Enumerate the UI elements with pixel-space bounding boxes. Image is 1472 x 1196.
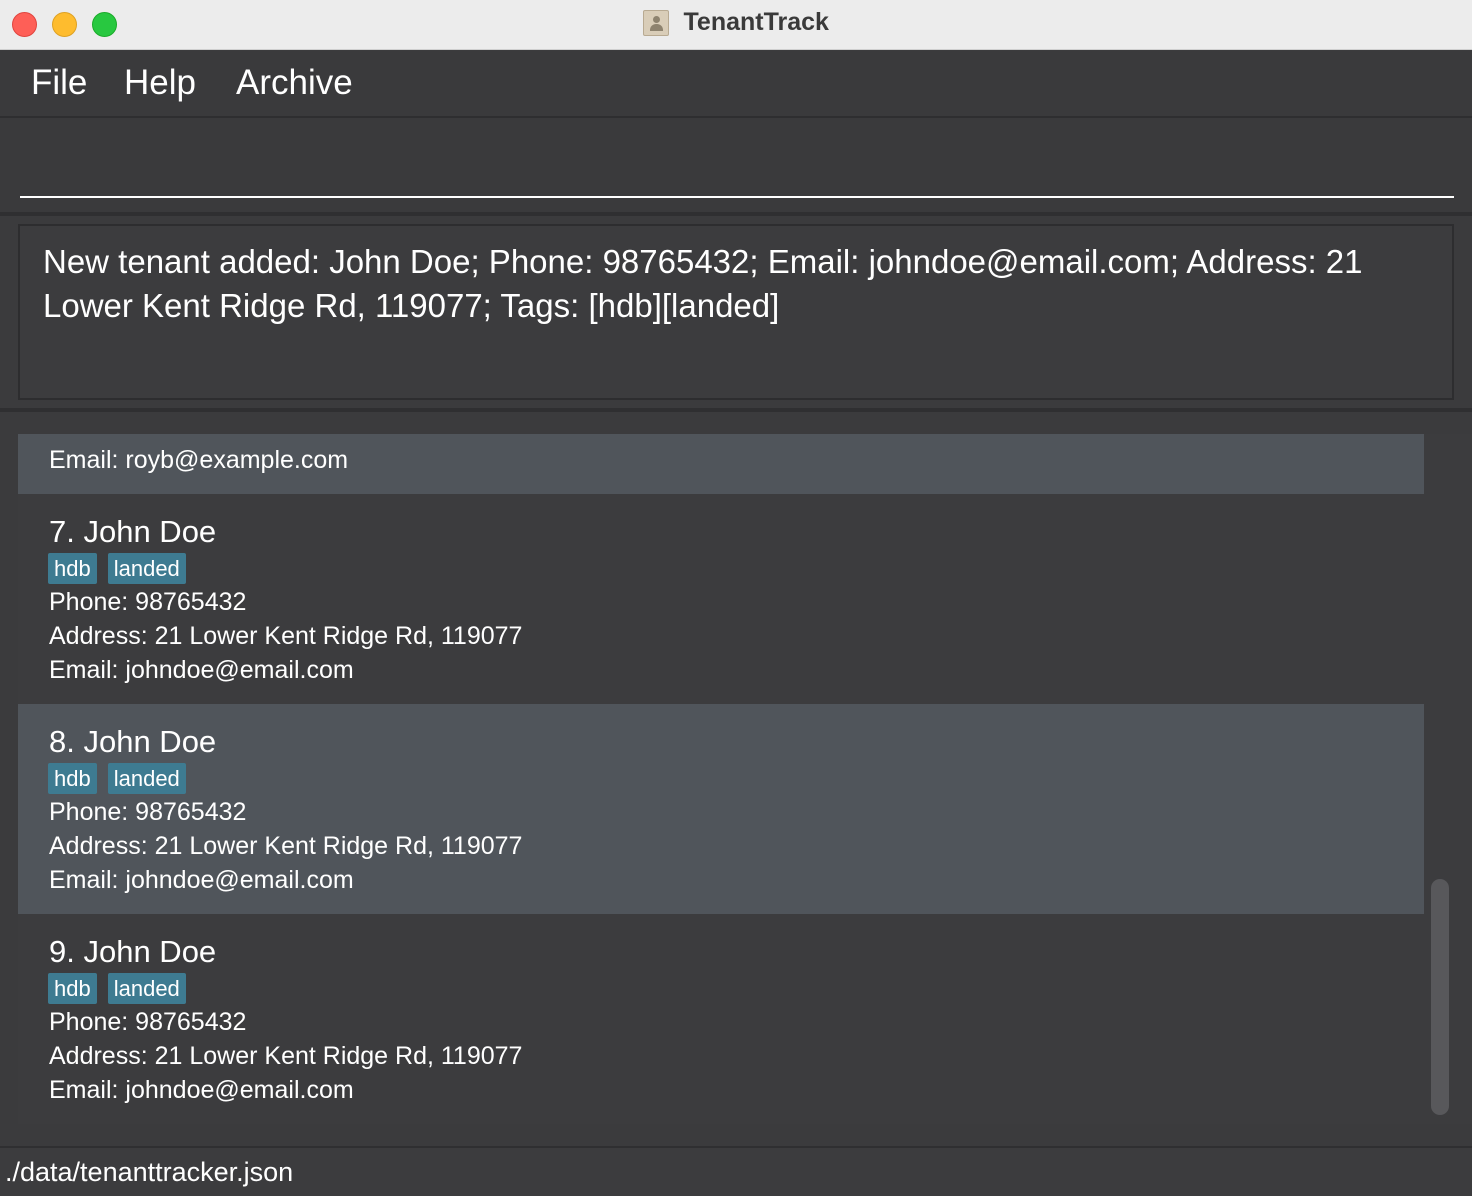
- tenant-card[interactable]: 7. John Doe hdb landed Phone: 98765432 Ad…: [18, 494, 1424, 704]
- tenant-phone: Phone: 98765432: [49, 588, 247, 616]
- tag-list: hdb landed: [48, 553, 197, 585]
- tag-badge: hdb: [48, 763, 97, 794]
- command-box: [0, 118, 1472, 216]
- result-display: New tenant added: John Doe; Phone: 98765…: [18, 224, 1454, 400]
- tag-badge: landed: [107, 763, 186, 794]
- tenant-email: Email: royb@example.com: [49, 446, 349, 474]
- tag-badge: landed: [107, 973, 186, 1004]
- menu-file[interactable]: File: [31, 63, 87, 103]
- tenant-phone: Phone: 98765432: [49, 798, 247, 826]
- tag-badge: hdb: [48, 973, 97, 1004]
- result-message: New tenant added: John Doe; Phone: 98765…: [43, 243, 1363, 324]
- scrollbar-thumb[interactable]: [1431, 879, 1449, 1115]
- tenant-address: Address: 21 Lower Kent Ridge Rd, 119077: [49, 832, 523, 860]
- tenant-phone: Phone: 98765432: [49, 1008, 247, 1036]
- tenant-email: Email: johndoe@email.com: [49, 1076, 354, 1104]
- tenant-address: Address: 21 Lower Kent Ridge Rd, 119077: [49, 622, 523, 650]
- tenant-name: 8. John Doe: [49, 724, 217, 759]
- tenant-email: Email: johndoe@email.com: [49, 866, 354, 894]
- tenant-list[interactable]: Email: royb@example.com 7. John Doe hdb l…: [18, 434, 1424, 1124]
- tenant-address: Address: 21 Lower Kent Ridge Rd, 119077: [49, 1042, 523, 1070]
- status-bar: ./data/tenanttracker.json: [0, 1146, 1472, 1196]
- menu-archive[interactable]: Archive: [236, 63, 353, 103]
- window-title-group: TenantTrack: [0, 8, 1472, 37]
- tenant-name: 7. John Doe: [49, 514, 217, 549]
- tag-badge: landed: [107, 553, 186, 584]
- command-input[interactable]: [20, 138, 1454, 198]
- tenant-email: Email: johndoe@email.com: [49, 656, 354, 684]
- tenant-card-partial[interactable]: Email: royb@example.com: [18, 434, 1424, 494]
- data-file-path: ./data/tenanttracker.json: [5, 1157, 294, 1187]
- tenant-card[interactable]: 9. John Doe hdb landed Phone: 98765432 Ad…: [18, 914, 1424, 1124]
- tenant-name: 9. John Doe: [49, 934, 217, 969]
- tag-list: hdb landed: [48, 973, 197, 1005]
- menu-help[interactable]: Help: [124, 63, 196, 103]
- window-title: TenantTrack: [683, 8, 829, 36]
- tenant-card[interactable]: 8. John Doe hdb landed Phone: 98765432 Ad…: [18, 704, 1424, 914]
- panel-divider: [0, 408, 1472, 412]
- menu-bar: File Help Archive: [0, 51, 1472, 118]
- app-icon: [643, 9, 670, 36]
- title-bar: TenantTrack: [0, 0, 1472, 50]
- tag-list: hdb landed: [48, 763, 197, 795]
- tag-badge: hdb: [48, 553, 97, 584]
